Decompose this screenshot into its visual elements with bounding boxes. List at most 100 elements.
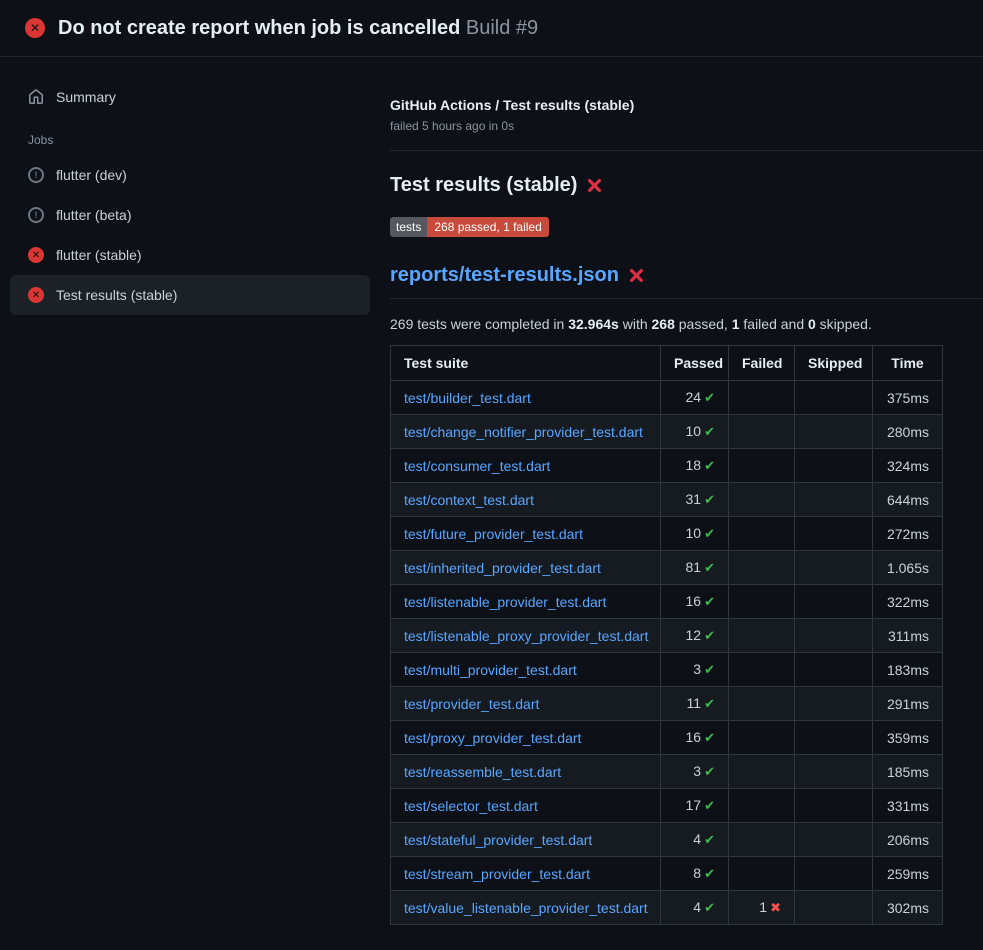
suite-cell: test/listenable_provider_test.dart (391, 585, 661, 619)
sidebar-job-item[interactable]: ✕ Test results (stable) (10, 275, 370, 315)
time-cell: 359ms (873, 721, 943, 755)
failed-x-icon (628, 267, 645, 284)
suite-link[interactable]: test/stateful_provider_test.dart (404, 832, 592, 848)
suite-link[interactable]: test/inherited_provider_test.dart (404, 560, 601, 576)
passed-cell: 3✔ (661, 653, 729, 687)
suite-link[interactable]: test/builder_test.dart (404, 390, 531, 406)
suite-cell: test/stateful_provider_test.dart (391, 823, 661, 857)
suite-link[interactable]: test/consumer_test.dart (404, 458, 550, 474)
badge-label: tests (390, 217, 427, 237)
skipped-cell (795, 789, 873, 823)
passed-count: 10 (686, 525, 702, 541)
check-icon: ✔ (704, 866, 715, 881)
build-number: Build #9 (466, 17, 538, 39)
failed-cell (729, 381, 795, 415)
skipped-cell (795, 381, 873, 415)
suite-link[interactable]: test/value_listenable_provider_test.dart (404, 900, 648, 916)
sidebar-item-summary[interactable]: Summary (10, 77, 370, 117)
results-table: Test suite Passed Failed Skipped Time te… (390, 345, 943, 925)
failed-circle-icon: ✕ (25, 18, 45, 38)
suite-link[interactable]: test/proxy_provider_test.dart (404, 730, 581, 746)
run-status-line: failed 5 hours ago in 0s (390, 119, 983, 133)
suite-link[interactable]: test/stream_provider_test.dart (404, 866, 590, 882)
suite-cell: test/reassemble_test.dart (391, 755, 661, 789)
check-icon: ✔ (704, 696, 715, 711)
suite-link[interactable]: test/change_notifier_provider_test.dart (404, 424, 643, 440)
summary-mid3: failed and (740, 316, 809, 332)
table-row: test/future_provider_test.dart 10✔ 272ms (391, 517, 943, 551)
report-link[interactable]: reports/test-results.json (390, 264, 619, 287)
time-cell: 206ms (873, 823, 943, 857)
passed-cell: 12✔ (661, 619, 729, 653)
time-cell: 322ms (873, 585, 943, 619)
table-row: test/context_test.dart 31✔ 644ms (391, 483, 943, 517)
check-icon: ✔ (704, 560, 715, 575)
sidebar-job-item[interactable]: ! flutter (beta) (10, 195, 370, 235)
table-row: test/builder_test.dart 24✔ 375ms (391, 381, 943, 415)
suite-link[interactable]: test/listenable_provider_test.dart (404, 594, 606, 610)
summary-skipped-count: 0 (808, 316, 816, 332)
suite-cell: test/change_notifier_provider_test.dart (391, 415, 661, 449)
table-row: test/value_listenable_provider_test.dart… (391, 891, 943, 925)
suite-link[interactable]: test/future_provider_test.dart (404, 526, 583, 542)
suite-cell: test/provider_test.dart (391, 687, 661, 721)
time-cell: 259ms (873, 857, 943, 891)
table-row: test/consumer_test.dart 18✔ 324ms (391, 449, 943, 483)
report-title: reports/test-results.json (390, 264, 983, 299)
passed-count: 11 (687, 695, 702, 711)
passed-count: 31 (686, 491, 702, 507)
skipped-cell (795, 551, 873, 585)
failed-cell (729, 449, 795, 483)
suite-cell: test/consumer_test.dart (391, 449, 661, 483)
passed-count: 17 (686, 797, 702, 813)
skipped-cell (795, 415, 873, 449)
failed-cell (729, 415, 795, 449)
failed-cell: 1✖ (729, 891, 795, 925)
failed-cell (729, 687, 795, 721)
passed-cell: 10✔ (661, 415, 729, 449)
job-label: flutter (dev) (56, 167, 127, 183)
check-icon: ✔ (704, 594, 715, 609)
skipped-cell (795, 619, 873, 653)
sidebar: Summary Jobs ! flutter (dev) ! flutter (… (0, 57, 380, 315)
failed-count: 1 (759, 899, 767, 915)
suite-link[interactable]: test/listenable_proxy_provider_test.dart (404, 628, 648, 644)
cross-icon: ✖ (770, 900, 781, 915)
suite-link[interactable]: test/selector_test.dart (404, 798, 538, 814)
table-row: test/change_notifier_provider_test.dart … (391, 415, 943, 449)
jobs-list: ! flutter (dev) ! flutter (beta) ✕ flutt… (10, 155, 370, 315)
skipped-cell (795, 585, 873, 619)
suite-cell: test/listenable_proxy_provider_test.dart (391, 619, 661, 653)
check-icon: ✔ (704, 764, 715, 779)
col-header-test-suite: Test suite (391, 346, 661, 381)
suite-link[interactable]: test/multi_provider_test.dart (404, 662, 577, 678)
sidebar-job-item[interactable]: ! flutter (dev) (10, 155, 370, 195)
section-title-text: Test results (stable) (390, 174, 577, 197)
passed-count: 3 (693, 763, 701, 779)
sidebar-job-item[interactable]: ✕ flutter (stable) (10, 235, 370, 275)
time-cell: 324ms (873, 449, 943, 483)
check-icon: ✔ (704, 662, 715, 677)
table-row: test/stream_provider_test.dart 8✔ 259ms (391, 857, 943, 891)
passed-cell: 10✔ (661, 517, 729, 551)
passed-count: 3 (693, 661, 701, 677)
build-header: ✕ Do not create report when job is cance… (0, 0, 983, 57)
failed-circle-icon: ✕ (28, 247, 44, 263)
failed-cell (729, 619, 795, 653)
skipped-cell (795, 823, 873, 857)
suite-cell: test/proxy_provider_test.dart (391, 721, 661, 755)
suite-link[interactable]: test/provider_test.dart (404, 696, 539, 712)
job-label: flutter (stable) (56, 247, 142, 263)
suite-link[interactable]: test/context_test.dart (404, 492, 534, 508)
summary-suffix: skipped. (816, 316, 872, 332)
summary-duration: 32.964s (568, 316, 619, 332)
suite-link[interactable]: test/reassemble_test.dart (404, 764, 561, 780)
suite-cell: test/builder_test.dart (391, 381, 661, 415)
check-icon: ✔ (704, 798, 715, 813)
check-icon: ✔ (704, 390, 715, 405)
table-row: test/selector_test.dart 17✔ 331ms (391, 789, 943, 823)
table-row: test/multi_provider_test.dart 3✔ 183ms (391, 653, 943, 687)
breadcrumb: GitHub Actions / Test results (stable) (390, 97, 983, 113)
time-cell: 291ms (873, 687, 943, 721)
passed-cell: 24✔ (661, 381, 729, 415)
